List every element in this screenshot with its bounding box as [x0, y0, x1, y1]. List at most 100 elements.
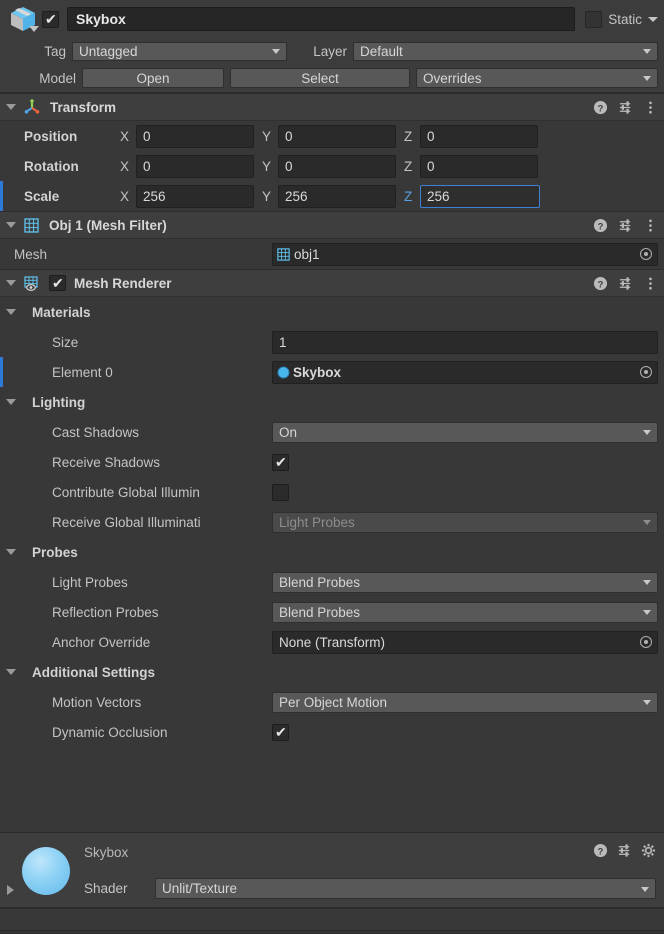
override-marker	[0, 357, 3, 387]
position-x-axis-label: X	[120, 129, 136, 144]
overrides-dropdown[interactable]: Overrides	[416, 68, 658, 88]
receive-gi-value: Light Probes	[279, 515, 355, 530]
chevron-down-icon	[643, 76, 651, 81]
material-sphere-icon	[277, 366, 290, 379]
materials-size-field[interactable]: 1	[272, 331, 658, 354]
shader-label: Shader	[84, 881, 128, 896]
kebab-menu-icon[interactable]	[643, 100, 658, 115]
scale-y-field[interactable]: 256	[278, 185, 396, 208]
reflection-probes-row: Reflection Probes Blend Probes	[0, 597, 664, 627]
contribute-gi-checkbox[interactable]	[272, 484, 289, 501]
preset-icon[interactable]	[618, 100, 633, 115]
overrides-value: Overrides	[423, 71, 482, 86]
open-model-button[interactable]: Open	[82, 68, 224, 88]
mesh-grid-icon	[24, 218, 39, 233]
motion-vectors-dropdown[interactable]: Per Object Motion	[272, 692, 658, 713]
rotation-z-field[interactable]: 0	[420, 155, 538, 178]
help-icon[interactable]: ?	[593, 100, 608, 115]
cast-shadows-dropdown[interactable]: On	[272, 422, 658, 443]
material-foldout-icon[interactable]	[7, 885, 14, 895]
transform-component-header[interactable]: Transform ?	[0, 93, 664, 121]
lighting-group-label: Lighting	[32, 395, 85, 410]
select-model-button[interactable]: Select	[230, 68, 410, 88]
motion-vectors-label: Motion Vectors	[14, 695, 272, 710]
position-y-field[interactable]: 0	[278, 125, 396, 148]
rotation-y-field[interactable]: 0	[278, 155, 396, 178]
object-picker-icon[interactable]	[640, 636, 652, 648]
shader-dropdown[interactable]: Unlit/Texture	[155, 878, 656, 899]
additional-settings-group-header[interactable]: Additional Settings	[0, 657, 664, 687]
cast-shadows-value: On	[279, 425, 297, 440]
gameobject-header: Skybox Static Tag Untagged Layer Default…	[0, 0, 664, 93]
position-x-field[interactable]: 0	[136, 125, 254, 148]
anchor-override-row: Anchor Override None (Transform)	[0, 627, 664, 657]
gameobject-name-field[interactable]: Skybox	[67, 7, 575, 31]
help-icon[interactable]: ?	[593, 276, 608, 291]
anchor-override-field[interactable]: None (Transform)	[272, 631, 658, 654]
lighting-group-header[interactable]: Lighting	[0, 387, 664, 417]
static-dropdown-icon[interactable]	[648, 17, 658, 22]
chevron-down-icon	[643, 700, 651, 705]
bottom-divider	[0, 930, 664, 934]
chevron-down-icon	[641, 887, 649, 892]
mesh-renderer-component-header[interactable]: Mesh Renderer ?	[0, 269, 664, 297]
scale-x-axis-label: X	[120, 189, 136, 204]
material-preview-sphere	[22, 847, 70, 895]
help-icon[interactable]: ?	[593, 218, 608, 233]
scale-z-field[interactable]: 256	[420, 185, 540, 208]
preset-icon[interactable]	[618, 276, 633, 291]
mesh-renderer-foldout-icon[interactable]	[6, 280, 16, 286]
rotation-x-field[interactable]: 0	[136, 155, 254, 178]
transform-row-scale: Scale X 256 Y 256 Z 256	[0, 181, 664, 211]
scale-y-axis-label: Y	[262, 189, 278, 204]
light-probes-value: Blend Probes	[279, 575, 360, 590]
contribute-gi-label: Contribute Global Illumin	[14, 485, 272, 500]
help-icon[interactable]: ?	[593, 843, 608, 858]
motion-vectors-row: Motion Vectors Per Object Motion	[0, 687, 664, 717]
scale-x-field[interactable]: 256	[136, 185, 254, 208]
tag-value: Untagged	[79, 44, 138, 59]
kebab-menu-icon[interactable]	[643, 218, 658, 233]
unity-inspector-panel: Skybox Static Tag Untagged Layer Default…	[0, 0, 664, 934]
materials-group-header[interactable]: Materials	[0, 297, 664, 327]
svg-text:?: ?	[598, 279, 604, 289]
mesh-value: obj1	[294, 247, 320, 262]
reflection-probes-dropdown[interactable]: Blend Probes	[272, 602, 658, 623]
static-checkbox[interactable]	[585, 11, 602, 28]
layer-dropdown[interactable]: Default	[353, 42, 658, 61]
probes-foldout-icon[interactable]	[6, 549, 16, 555]
materials-foldout-icon[interactable]	[6, 309, 16, 315]
probes-group-header[interactable]: Probes	[0, 537, 664, 567]
chevron-down-icon	[643, 580, 651, 585]
mesh-object-field[interactable]: obj1	[272, 243, 658, 266]
svg-text:?: ?	[598, 846, 604, 856]
mesh-filter-foldout-icon[interactable]	[6, 222, 16, 228]
object-picker-icon[interactable]	[640, 366, 652, 378]
probes-group-label: Probes	[32, 545, 78, 560]
additional-settings-foldout-icon[interactable]	[6, 669, 16, 675]
materials-element0-label: Element 0	[14, 365, 272, 380]
object-picker-icon[interactable]	[640, 248, 652, 260]
lighting-foldout-icon[interactable]	[6, 399, 16, 405]
transform-foldout-icon[interactable]	[6, 104, 16, 110]
receive-shadows-checkbox[interactable]	[272, 454, 289, 471]
preset-icon[interactable]	[618, 218, 633, 233]
dynamic-occlusion-checkbox[interactable]	[272, 724, 289, 741]
light-probes-dropdown[interactable]: Blend Probes	[272, 572, 658, 593]
mesh-filter-title: Obj 1 (Mesh Filter)	[49, 218, 167, 233]
chevron-down-icon	[643, 610, 651, 615]
receive-gi-dropdown: Light Probes	[272, 512, 658, 533]
layer-value: Default	[360, 44, 403, 59]
gameobject-active-checkbox[interactable]	[42, 11, 59, 28]
tag-dropdown[interactable]: Untagged	[72, 42, 287, 61]
gear-icon[interactable]	[641, 843, 656, 858]
mesh-renderer-enabled-checkbox[interactable]	[49, 275, 66, 291]
preset-icon[interactable]	[617, 843, 632, 858]
kebab-menu-icon[interactable]	[643, 276, 658, 291]
position-z-field[interactable]: 0	[420, 125, 538, 148]
mesh-filter-component-header[interactable]: Obj 1 (Mesh Filter) ?	[0, 211, 664, 239]
mesh-grid-icon	[277, 248, 290, 261]
layer-label: Layer	[293, 44, 347, 59]
transform-gizmo-icon	[24, 99, 40, 115]
materials-element0-field[interactable]: Skybox	[272, 361, 658, 384]
